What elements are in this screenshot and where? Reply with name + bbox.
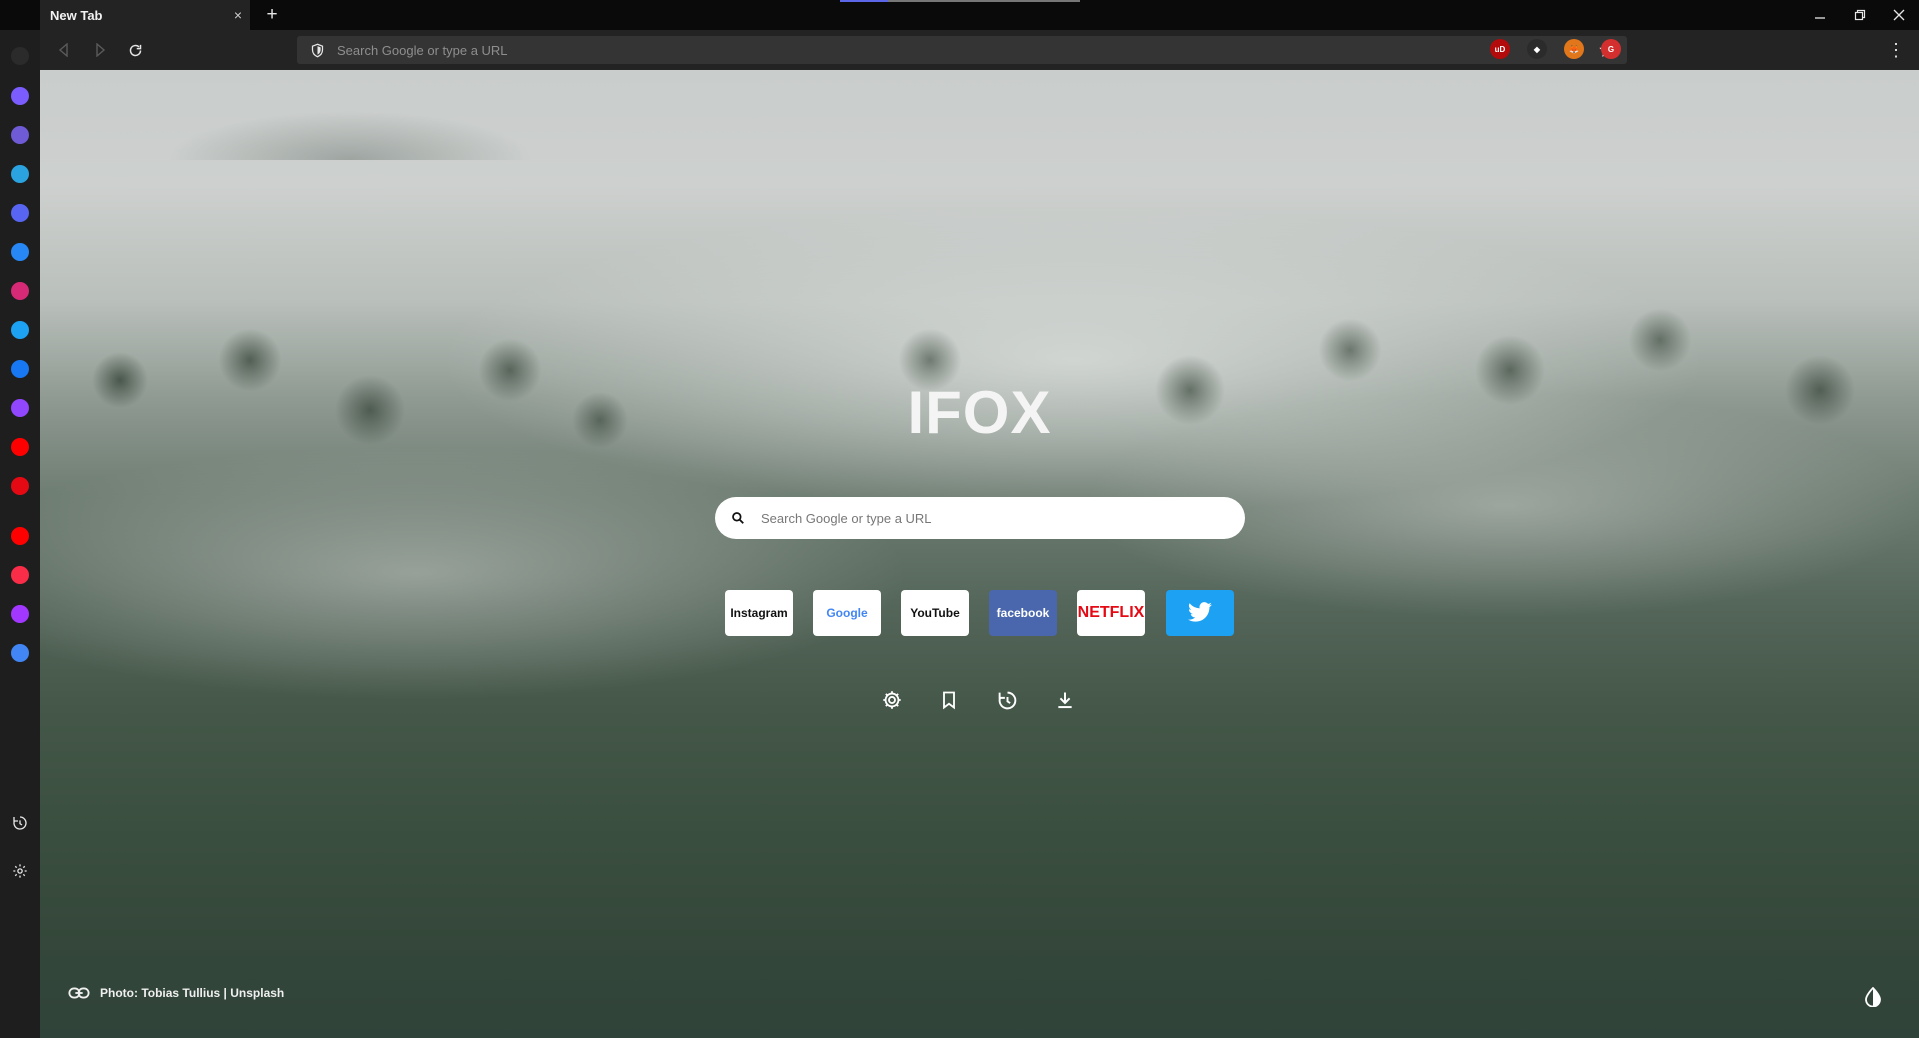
reload-icon	[129, 44, 141, 56]
settings-sidebar-button[interactable]	[11, 862, 29, 880]
twitter-icon[interactable]	[11, 321, 29, 339]
browser-window: New Tab × + Search Google or type a URL …	[0, 0, 1919, 1038]
netflix-icon[interactable]	[11, 477, 29, 495]
back-arrow-icon	[58, 43, 68, 57]
downloads-button[interactable]	[1053, 688, 1077, 712]
contrast-icon	[1865, 987, 1881, 1007]
tile-google[interactable]: Google	[813, 590, 881, 636]
minimize-button[interactable]	[1800, 0, 1840, 30]
minimize-icon	[1815, 17, 1825, 19]
theme-toggle-button[interactable]	[1862, 986, 1884, 1008]
gear-icon	[13, 864, 27, 878]
tab-title: New Tab	[50, 7, 103, 23]
tile-twitter[interactable]	[1166, 590, 1234, 636]
gear-icon	[883, 691, 901, 709]
metamask-icon[interactable]: 🦊	[1564, 39, 1584, 59]
tile-label: facebook	[996, 606, 1050, 620]
new-tab-button[interactable]: +	[260, 3, 284, 27]
search-input[interactable]	[761, 498, 1245, 538]
tile-facebook[interactable]: facebook	[989, 590, 1057, 636]
tile-label: YouTube	[910, 606, 960, 620]
tile-instagram[interactable]: Instagram	[725, 590, 793, 636]
history-sidebar-button[interactable]	[11, 814, 29, 832]
history-icon	[13, 816, 27, 830]
bookmark-icon	[943, 691, 955, 710]
link-icon[interactable]	[68, 986, 90, 1000]
google-translate-icon[interactable]	[11, 644, 29, 662]
search-box[interactable]	[715, 497, 1245, 539]
speed-dial: Instagram Google YouTube facebook NETFLIX	[725, 590, 1240, 636]
photo-credit: Photo: Tobias Tullius | Unsplash	[68, 986, 284, 1000]
tile-label: NETFLIX	[1077, 604, 1145, 621]
history-icon	[998, 691, 1016, 709]
ublock-origin-icon[interactable]: uD	[1490, 39, 1510, 59]
youtube-music-icon[interactable]	[11, 527, 29, 545]
apple-music-icon[interactable]	[11, 566, 29, 584]
instagram-icon[interactable]	[11, 282, 29, 300]
history-button[interactable]	[995, 688, 1019, 712]
download-icon	[1058, 692, 1072, 709]
shield-icon	[311, 43, 323, 57]
back-button[interactable]	[52, 38, 76, 62]
url-input[interactable]	[337, 36, 1587, 64]
forward-button[interactable]	[88, 38, 112, 62]
facebook-icon[interactable]	[11, 360, 29, 378]
vk-icon[interactable]	[11, 243, 29, 261]
red-extension-icon[interactable]: G	[1601, 39, 1621, 59]
close-window-button[interactable]	[1879, 0, 1919, 30]
settings-button[interactable]	[880, 688, 904, 712]
address-bar[interactable]	[297, 36, 1627, 64]
twitch-icon[interactable]	[11, 399, 29, 417]
telegram-icon[interactable]	[11, 165, 29, 183]
discord-icon[interactable]	[11, 204, 29, 222]
tile-label: Google	[826, 606, 868, 620]
page-title: IFOX	[907, 379, 1052, 446]
search-icon	[715, 497, 761, 539]
tab-strip: New Tab × +	[0, 0, 1919, 30]
photo-credit-text[interactable]: Photo: Tobias Tullius | Unsplash	[100, 986, 284, 1000]
tile-netflix[interactable]: NETFLIX	[1077, 590, 1145, 636]
tile-label: Instagram	[730, 606, 788, 620]
ifox-logo-icon[interactable]	[11, 47, 29, 65]
loading-indicator	[840, 0, 1080, 2]
deezer-icon[interactable]	[11, 605, 29, 623]
youtube-icon[interactable]	[11, 438, 29, 456]
whatsapp-globe-icon[interactable]	[11, 126, 29, 144]
restore-icon	[1854, 9, 1866, 21]
tab-new-tab[interactable]: New Tab ×	[40, 0, 250, 30]
twitter-bird-icon	[1188, 602, 1212, 622]
new-tab-page: IFOX Instagram Google YouTube facebook NETFL…	[40, 70, 1919, 1038]
restore-button[interactable]	[1840, 0, 1880, 30]
reload-button[interactable]	[123, 38, 147, 62]
toolbar: uD ◆ 🦊 G ⋮	[40, 30, 1919, 70]
forward-arrow-icon	[96, 43, 106, 57]
binance-wallet-icon[interactable]: ◆	[1527, 39, 1547, 59]
close-icon	[1893, 9, 1905, 21]
tile-youtube[interactable]: YouTube	[901, 590, 969, 636]
browser-menu-button[interactable]: ⋮	[1887, 38, 1905, 62]
tab-close-icon[interactable]: ×	[226, 7, 250, 23]
bookmarks-button[interactable]	[937, 688, 961, 712]
site-security-button[interactable]	[297, 36, 337, 64]
sidebar	[0, 30, 40, 1038]
messenger-icon[interactable]	[11, 87, 29, 105]
